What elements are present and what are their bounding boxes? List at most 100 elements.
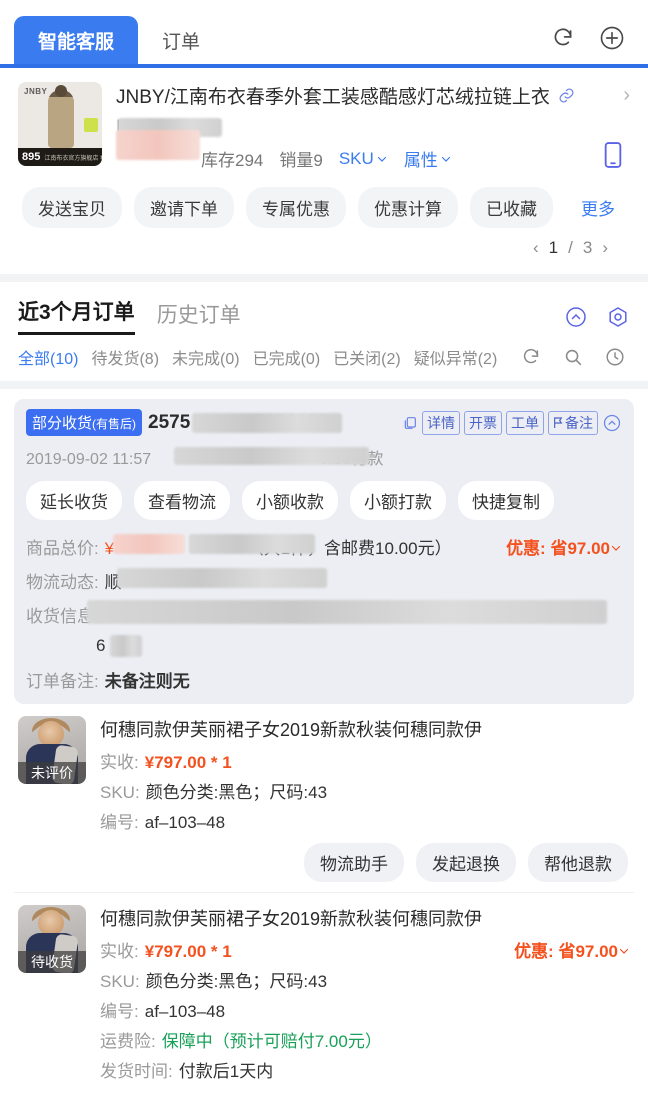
chip-exclusive-discount[interactable]: 专属优惠	[246, 187, 346, 228]
product-title: JNBY/江南布衣春季外套工装感酷感灯芯绒拉链上衣	[116, 87, 550, 108]
tab-orders[interactable]: 订单	[138, 16, 224, 64]
order-product-info: 何穗同款伊芙丽裙子女2019新款秋装何穗同款伊 实收: ¥797.00 * 1 …	[100, 905, 630, 1082]
extend-receipt-button[interactable]: 延长收货	[26, 481, 122, 520]
order-product-received-row: 实收: ¥797.00 * 1 优惠: 省97.00	[100, 937, 630, 962]
order-product-actions: 物流助手 发起退换 帮他退款	[100, 843, 630, 882]
order-detail-button[interactable]: 详情	[422, 410, 460, 435]
filter-pending-shipment[interactable]: 待发货(8)	[91, 345, 159, 369]
pager-prev-icon[interactable]: ‹	[533, 238, 539, 258]
order-field-remark-label: 订单备注:	[26, 672, 99, 691]
order-product-badge: 待收货	[18, 951, 86, 973]
chevron-right-icon[interactable]: ›	[623, 84, 630, 107]
chip-more[interactable]: 更多	[565, 187, 619, 228]
plus-circle-icon[interactable]	[598, 24, 626, 52]
tab-orders-label: 订单	[162, 31, 201, 53]
order-field-total-price: 商品总价: ¥00000000000000（共1件，含邮费10.00元） 优惠:…	[26, 534, 622, 559]
order-product-code-row: 编号: af–103–48	[100, 808, 630, 833]
order-discount-label: 优惠: 省97.00	[506, 539, 610, 558]
order-remark-button[interactable]: 备注	[548, 410, 598, 435]
order-number-prefix: 2575	[148, 411, 191, 433]
order-product-shiptime-label: 发货时间:	[100, 1062, 173, 1081]
order-shipping-line2-text: 6	[96, 636, 106, 655]
history-icon[interactable]	[604, 346, 626, 368]
page-body: JNBY 895 江南布衣官方旗舰店 春季新款 JNBY/江南布衣春季外套工装感…	[0, 68, 648, 1094]
small-payment-button[interactable]: 小额打款	[350, 481, 446, 520]
order-product-code-value: af–103–48	[144, 1002, 226, 1021]
refresh-icon[interactable]	[550, 25, 576, 51]
order-ticket-button[interactable]: 工单	[506, 410, 544, 435]
pager-current: 1	[548, 238, 559, 257]
redacted-shipping-line2	[110, 635, 142, 657]
search-icon[interactable]	[562, 346, 584, 368]
product-sku-dropdown[interactable]: SKU	[339, 149, 388, 169]
order-app-window: 智能客服 订单 JNBY 895 江南布衣官方旗舰店 JNBY/江南布衣春季外套…	[0, 0, 648, 1094]
tab-smart-service[interactable]: 智能客服	[14, 16, 139, 64]
filter-completed[interactable]: 已完成(0)	[253, 345, 321, 369]
view-logistics-button[interactable]: 查看物流	[134, 481, 230, 520]
order-field-logistics-value: 顺	[105, 568, 622, 593]
order-product-discount[interactable]: 优惠: 省97.00	[514, 937, 630, 962]
product-thumbnail-price: 895	[22, 151, 41, 163]
copy-icon[interactable]	[402, 415, 418, 431]
filter-all[interactable]: 全部(10)	[18, 345, 78, 369]
filter-incomplete[interactable]: 未完成(0)	[172, 345, 240, 369]
order-card: 部分收货(有售后) 25750000005694322 详情 开票	[0, 389, 648, 1094]
order-discount[interactable]: 优惠: 省97.00	[506, 534, 622, 559]
initiate-return-button[interactable]: 发起退换	[416, 843, 516, 882]
chevron-down-icon	[619, 948, 629, 954]
filter-closed[interactable]: 已关闭(2)	[333, 345, 401, 369]
link-icon[interactable]	[558, 87, 575, 104]
order-product-sku-value: 颜色分类:黑色；尺码:43	[145, 972, 328, 991]
order-product-code-label: 编号:	[100, 1002, 139, 1021]
order-product-code-value: af–103–48	[144, 813, 226, 832]
order-product-discount-label: 优惠: 省97.00	[514, 942, 618, 961]
orders-tab-history[interactable]: 历史订单	[157, 299, 241, 335]
redacted-timestamp	[174, 447, 369, 465]
order-product-received-value: ¥797.00 * 1	[144, 942, 232, 961]
product-pager: ‹ 1 / 3 ›	[18, 228, 630, 264]
pager-next-icon[interactable]: ›	[602, 238, 608, 258]
order-product-received-value: ¥797.00 * 1	[144, 753, 232, 772]
chevron-up-circle-icon[interactable]	[564, 305, 588, 329]
target-circle-icon[interactable]	[606, 305, 630, 329]
product-stock: 库存294	[201, 151, 264, 170]
refresh-icon[interactable]	[520, 346, 542, 368]
logistics-assistant-button[interactable]: 物流助手	[304, 843, 404, 882]
product-thumbnail[interactable]: JNBY 895 江南布衣官方旗舰店 春季新款	[18, 82, 102, 166]
order-product-code-label: 编号:	[100, 813, 139, 832]
order-remark-label: 备注	[565, 414, 593, 431]
status-badge-sub: (有售后)	[92, 417, 137, 431]
order-invoice-button[interactable]: 开票	[464, 410, 502, 435]
order-product-shiptime-value: 付款后1天内	[178, 1062, 274, 1081]
order-product-received-label: 实收:	[100, 942, 139, 961]
chip-send-product[interactable]: 发送宝贝	[22, 187, 122, 228]
product-attr-dropdown[interactable]: 属性	[404, 146, 452, 171]
orders-tab-recent[interactable]: 近3个月订单	[18, 296, 135, 335]
tab-smart-service-label: 智能客服	[38, 31, 115, 53]
small-collect-button[interactable]: 小额收款	[242, 481, 338, 520]
chip-discount-calc[interactable]: 优惠计算	[358, 187, 458, 228]
order-product-title: 何穗同款伊芙丽裙子女2019新款秋装何穗同款伊	[100, 720, 483, 740]
quick-copy-button[interactable]: 快捷复制	[458, 481, 554, 520]
help-refund-button[interactable]: 帮他退款	[528, 843, 628, 882]
order-header-actions: 详情 开票 工单 备注	[402, 410, 622, 435]
order-field-shipping-info-line2: 6	[26, 635, 622, 658]
order-field-list: 商品总价: ¥00000000000000（共1件，含邮费10.00元） 优惠:…	[26, 534, 622, 692]
chip-favorited[interactable]: 已收藏	[470, 187, 553, 228]
redacted-order-number	[192, 412, 343, 433]
order-product-row: 未评价 何穗同款伊芙丽裙子女2019新款秋装何穗同款伊 实收: ¥797.00 …	[14, 704, 634, 892]
order-product-thumbnail[interactable]: 待收货	[18, 905, 86, 973]
order-number[interactable]: 25750000005694322	[148, 411, 343, 434]
mobile-icon[interactable]	[602, 140, 624, 175]
filter-suspected-abnormal[interactable]: 疑似异常(2)	[414, 345, 498, 369]
product-thumbnail-tag	[84, 118, 98, 132]
product-top-row: JNBY 895 江南布衣官方旗舰店 春季新款 JNBY/江南布衣春季外套工装感…	[18, 82, 630, 171]
order-product-insurance-label: 运费险:	[100, 1032, 156, 1051]
flag-icon	[554, 416, 563, 428]
redacted-total-note	[188, 534, 315, 554]
order-product-thumbnail[interactable]: 未评价	[18, 716, 86, 784]
chevron-up-circle-icon[interactable]	[602, 413, 622, 433]
chip-invite-order[interactable]: 邀请下单	[134, 187, 234, 228]
order-field-remark-value: 未备注则无	[105, 667, 622, 692]
order-field-shipping-info-value	[86, 600, 622, 624]
